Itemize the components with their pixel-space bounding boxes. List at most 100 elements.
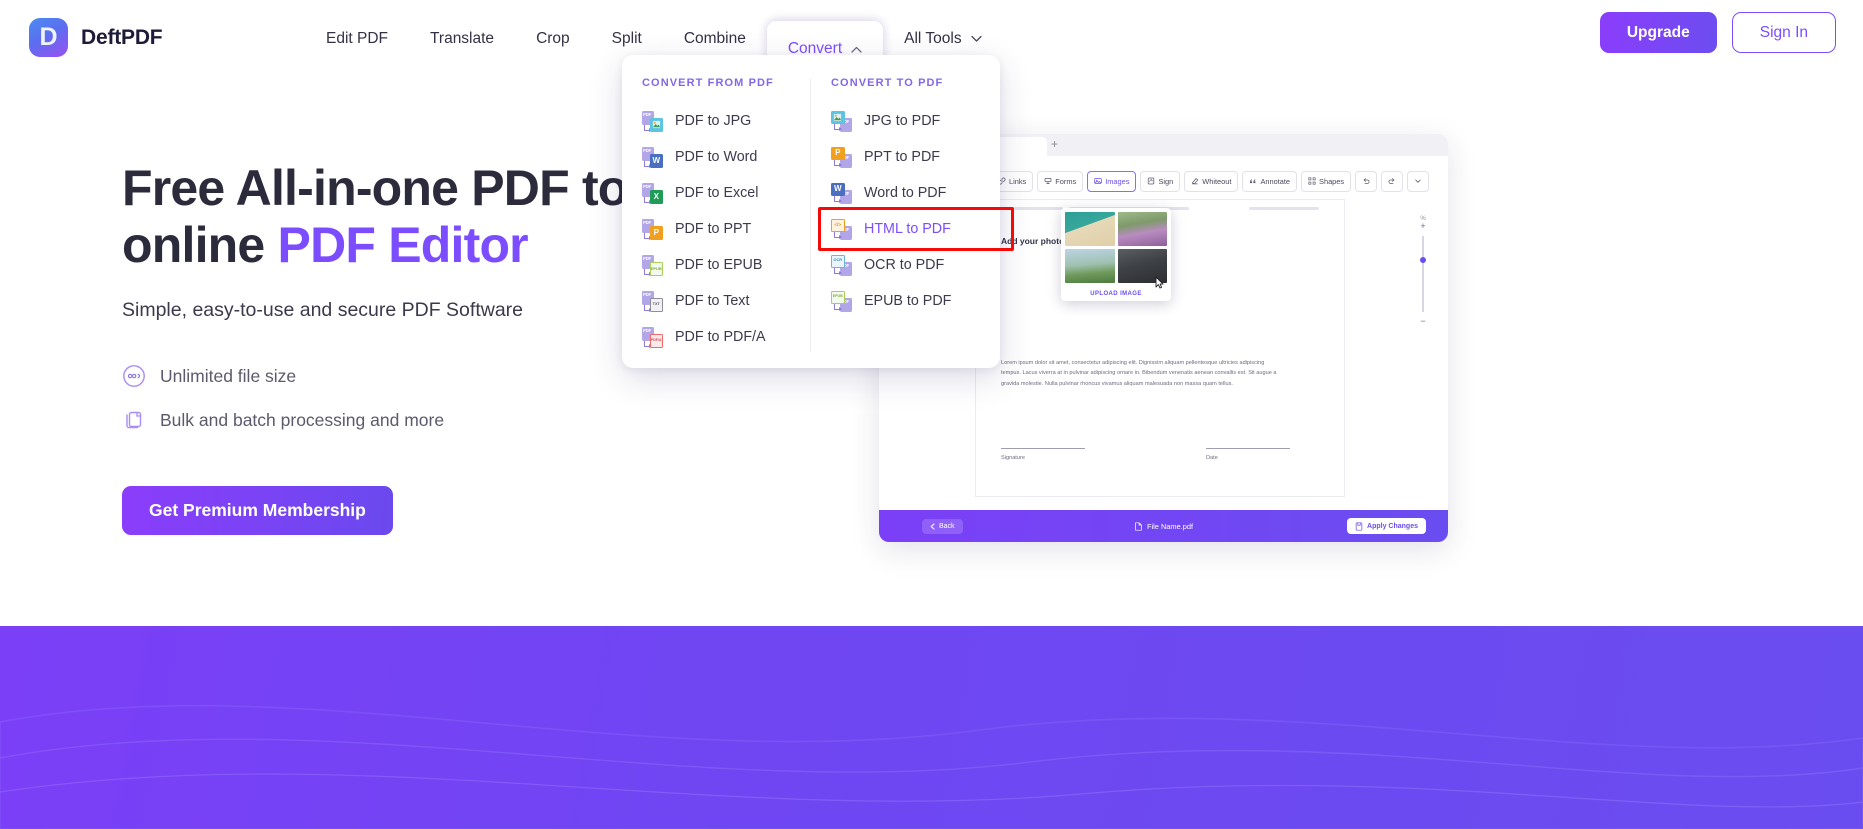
apply-changes-button[interactable]: Apply Changes <box>1347 518 1426 534</box>
convert-to-pdf-heading: CONVERT TO PDF <box>831 77 944 89</box>
hero-title-line1: Free All-in-one PDF tools <box>122 160 698 216</box>
pdf-to-text-icon: TXT <box>642 290 663 312</box>
zoom-slider-track[interactable] <box>1419 236 1427 312</box>
menu-item-word-to-pdf[interactable]: W Word to PDF <box>829 175 1000 211</box>
menu-item-label: PDF to Excel <box>675 185 759 201</box>
new-tab-icon: + <box>1051 137 1059 151</box>
image-thumbnail-bread[interactable] <box>1065 212 1115 246</box>
chevron-down-icon <box>970 35 982 42</box>
chevron-left-icon <box>930 522 935 530</box>
menu-item-ocr-to-pdf[interactable]: OCR OCR to PDF <box>829 247 1000 283</box>
footer-gradient-band <box>0 626 1863 829</box>
word-chip: W <box>649 154 663 168</box>
menu-item-pdf-to-word[interactable]: W PDF to Word <box>640 139 811 175</box>
image-thumbnail-grid <box>1065 212 1167 283</box>
back-label: Back <box>939 522 955 530</box>
brand-logo[interactable]: D DeftPDF <box>29 18 163 57</box>
logo-letter: D <box>39 23 58 51</box>
document-body-text: Lorem ipsum dolor sit amet, consectetur … <box>1001 360 1277 387</box>
menu-item-jpg-to-pdf[interactable]: JPG to PDF <box>829 103 1000 139</box>
html-to-pdf-icon: </> <box>831 218 852 240</box>
image-thumbnail-flowers[interactable] <box>1117 212 1167 246</box>
nav-item-crop[interactable]: Crop <box>515 0 591 77</box>
zoom-in-icon[interactable]: + <box>1420 222 1425 231</box>
sign-icon <box>1148 177 1155 185</box>
date-field: Date <box>1206 448 1290 461</box>
decorative-swoosh <box>0 704 1863 829</box>
ppt-chip: P <box>831 146 845 160</box>
hero-title-line2-prefix: online <box>122 216 278 273</box>
jpg-to-pdf-icon <box>831 110 852 132</box>
nav-label: Translate <box>430 29 495 47</box>
toolbar-more-button[interactable] <box>1407 170 1430 192</box>
menu-item-pdf-to-text[interactable]: TXT PDF to Text <box>640 283 811 319</box>
word-chip: W <box>831 182 845 196</box>
nav-label: Edit PDF <box>326 29 389 47</box>
menu-item-label: OCR to PDF <box>864 257 945 273</box>
word-to-pdf-icon: W <box>831 182 852 204</box>
deftpdf-logo-icon: D <box>29 18 68 57</box>
get-premium-membership-button[interactable]: Get Premium Membership <box>122 486 393 535</box>
menu-item-label: PDF to Text <box>675 293 750 309</box>
nav-item-edit-pdf[interactable]: Edit PDF <box>305 0 409 77</box>
menu-item-label: PDF to EPUB <box>675 257 763 273</box>
editor-footer-bar: Back File Name.pdf Apply Changes <box>879 510 1448 542</box>
toolbar-shapes-button[interactable]: Shapes <box>1301 170 1352 192</box>
menu-item-epub-to-pdf[interactable]: EPUB EPUB to PDF <box>829 283 1000 319</box>
signature-label: Signature <box>1001 455 1025 461</box>
feature-label: Bulk and batch processing and more <box>160 409 445 430</box>
zoom-slider-knob[interactable] <box>1419 256 1427 264</box>
menu-item-pdf-to-jpg[interactable]: PDF to JPG <box>640 103 811 139</box>
menu-item-html-to-pdf[interactable]: </> HTML to PDF <box>818 207 1014 251</box>
feature-row-bulk: Bulk and batch processing and more <box>122 408 882 432</box>
convert-to-pdf-column: CONVERT TO PDF JPG to PDF P PPT to PDF <box>811 77 1014 368</box>
pdf-to-jpg-icon <box>642 110 663 132</box>
toolbar-label: Images <box>1105 176 1130 186</box>
brand-name: DeftPDF <box>81 25 163 49</box>
menu-item-pdf-to-ppt[interactable]: P PDF to PPT <box>640 211 811 247</box>
redo-icon <box>1388 178 1395 184</box>
nav-item-translate[interactable]: Translate <box>409 0 515 77</box>
menu-item-pdf-to-epub[interactable]: EPUB PDF to EPUB <box>640 247 811 283</box>
menu-item-ppt-to-pdf[interactable]: P PPT to PDF <box>829 139 1000 175</box>
copy-pages-icon <box>122 408 146 432</box>
toolbar-images-button[interactable]: Images <box>1087 170 1137 192</box>
zoom-out-icon[interactable]: − <box>1420 317 1425 326</box>
upload-image-button[interactable]: UPLOAD IMAGE <box>1065 291 1167 297</box>
ocr-to-pdf-icon: OCR <box>831 254 852 276</box>
pdf-to-ppt-icon: P <box>642 218 663 240</box>
hero-title-line2-accent: PDF Editor <box>277 216 529 273</box>
menu-item-pdf-to-excel[interactable]: X PDF to Excel <box>640 175 811 211</box>
form-icon <box>1044 177 1052 185</box>
feature-label: Unlimited file size <box>160 365 297 386</box>
convert-dropdown-menu: CONVERT FROM PDF PDF to JPG W PDF to Wor… <box>622 55 1014 368</box>
ppt-to-pdf-icon: P <box>831 146 852 168</box>
txt-chip: TXT <box>649 298 663 312</box>
toolbar-annotate-button[interactable]: Annotate <box>1242 170 1298 192</box>
mouse-cursor-icon <box>1155 276 1164 294</box>
nav-label: Crop <box>536 29 570 47</box>
toolbar-forms-button[interactable]: Forms <box>1037 170 1084 192</box>
image-thumbnail-child[interactable] <box>1065 249 1115 283</box>
sign-in-button[interactable]: Sign In <box>1731 12 1836 53</box>
header-actions: Upgrade Sign In <box>1599 12 1836 53</box>
toolbar-redo-button[interactable] <box>1381 170 1404 192</box>
zoom-slider[interactable]: % + − <box>1412 216 1434 326</box>
landing-page: D DeftPDF Edit PDF Translate Crop Split … <box>0 0 1863 829</box>
signature-field: Signature <box>1001 448 1085 461</box>
pdf-to-excel-icon: X <box>642 182 663 204</box>
menu-item-pdf-to-pdfa[interactable]: PDF/A PDF to PDF/A <box>640 319 811 355</box>
back-button[interactable]: Back <box>922 518 963 534</box>
epub-to-pdf-icon: EPUB <box>831 290 852 312</box>
convert-from-pdf-column: CONVERT FROM PDF PDF to JPG W PDF to Wor… <box>622 77 811 368</box>
eraser-icon <box>1192 177 1199 185</box>
pdf-to-word-icon: W <box>642 146 663 168</box>
toolbar-whiteout-button[interactable]: Whiteout <box>1184 170 1239 192</box>
document-heading: Add your photo <box>1001 236 1065 246</box>
epub-chip: EPUB <box>831 290 845 304</box>
toolbar-undo-button[interactable] <box>1355 170 1378 192</box>
upgrade-button[interactable]: Upgrade <box>1599 12 1717 53</box>
infinity-icon <box>122 364 146 388</box>
toolbar-sign-button[interactable]: Sign <box>1140 170 1181 192</box>
apply-changes-label: Apply Changes <box>1367 522 1418 530</box>
